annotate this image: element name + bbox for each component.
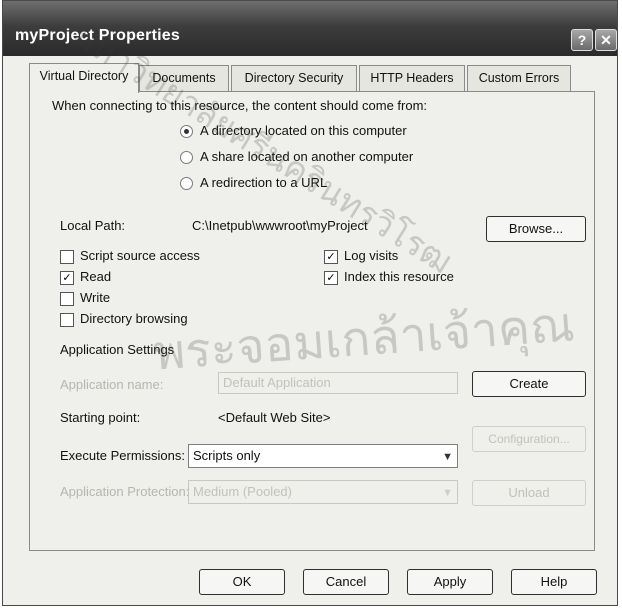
application-protection-select[interactable]: Medium (Pooled) ▼ bbox=[188, 480, 458, 504]
chevron-down-icon[interactable]: ▼ bbox=[442, 448, 453, 466]
directory-browsing-checkbox[interactable] bbox=[60, 313, 74, 327]
starting-point-label: Starting point: bbox=[60, 410, 141, 425]
content-source-heading: When connecting to this resource, the co… bbox=[52, 98, 428, 113]
index-resource-label[interactable]: Index this resource bbox=[344, 269, 454, 284]
log-visits-label[interactable]: Log visits bbox=[344, 248, 398, 263]
cancel-button[interactable]: Cancel bbox=[303, 569, 389, 595]
radio-url-redirection[interactable] bbox=[180, 177, 193, 190]
directory-browsing-label[interactable]: Directory browsing bbox=[80, 311, 188, 326]
help-title-button[interactable]: ? bbox=[571, 29, 593, 51]
properties-dialog: myProject Properties ? ✕ Virtual Directo… bbox=[2, 0, 618, 606]
read-label[interactable]: Read bbox=[80, 269, 111, 284]
help-button[interactable]: Help bbox=[511, 569, 597, 595]
tab-directory-security[interactable]: Directory Security bbox=[231, 65, 357, 91]
apply-button[interactable]: Apply bbox=[407, 569, 493, 595]
tab-documents[interactable]: Documents bbox=[139, 65, 229, 91]
radio-network-share[interactable] bbox=[180, 151, 193, 164]
browse-button[interactable]: Browse... bbox=[486, 216, 586, 242]
write-label[interactable]: Write bbox=[80, 290, 110, 305]
write-checkbox[interactable] bbox=[60, 292, 74, 306]
window-title: myProject Properties bbox=[15, 27, 180, 44]
application-name-label: Application name: bbox=[60, 377, 164, 392]
tab-http-headers[interactable]: HTTP Headers bbox=[359, 65, 465, 91]
configuration-button[interactable]: Configuration... bbox=[472, 426, 586, 452]
execute-permissions-label: Execute Permissions: bbox=[60, 448, 185, 463]
radio-local-directory[interactable] bbox=[180, 125, 193, 138]
chevron-down-icon[interactable]: ▼ bbox=[442, 484, 453, 502]
execute-permissions-select[interactable]: Scripts only ▼ bbox=[188, 444, 458, 468]
execute-permissions-value: Scripts only bbox=[193, 448, 261, 463]
application-protection-value: Medium (Pooled) bbox=[193, 484, 292, 499]
script-source-access-checkbox[interactable] bbox=[60, 250, 74, 264]
ok-button[interactable]: OK bbox=[199, 569, 285, 595]
application-protection-label: Application Protection: bbox=[60, 484, 190, 499]
application-name-field[interactable]: Default Application bbox=[218, 372, 458, 394]
log-visits-checkbox[interactable]: ✓ bbox=[324, 250, 338, 264]
local-path-field[interactable]: C:\Inetpub\wwwroot\myProject bbox=[188, 216, 434, 238]
close-button[interactable]: ✕ bbox=[595, 29, 617, 51]
radio-network-share-label[interactable]: A share located on another computer bbox=[200, 149, 413, 164]
script-source-access-label[interactable]: Script source access bbox=[80, 248, 200, 263]
unload-button[interactable]: Unload bbox=[472, 480, 586, 506]
radio-url-redirection-label[interactable]: A redirection to a URL bbox=[200, 175, 327, 190]
tab-virtual-directory[interactable]: Virtual Directory bbox=[29, 63, 139, 93]
title-bar[interactable]: myProject Properties ? ✕ bbox=[3, 1, 617, 56]
radio-local-directory-label[interactable]: A directory located on this computer bbox=[200, 123, 407, 138]
index-resource-checkbox[interactable]: ✓ bbox=[324, 271, 338, 285]
read-checkbox[interactable]: ✓ bbox=[60, 271, 74, 285]
starting-point-value: <Default Web Site> bbox=[218, 410, 331, 425]
virtual-directory-panel: When connecting to this resource, the co… bbox=[29, 91, 595, 551]
tab-custom-errors[interactable]: Custom Errors bbox=[467, 65, 571, 91]
application-settings-heading: Application Settings bbox=[60, 342, 175, 357]
create-button[interactable]: Create bbox=[472, 371, 586, 397]
local-path-label: Local Path: bbox=[60, 218, 126, 233]
